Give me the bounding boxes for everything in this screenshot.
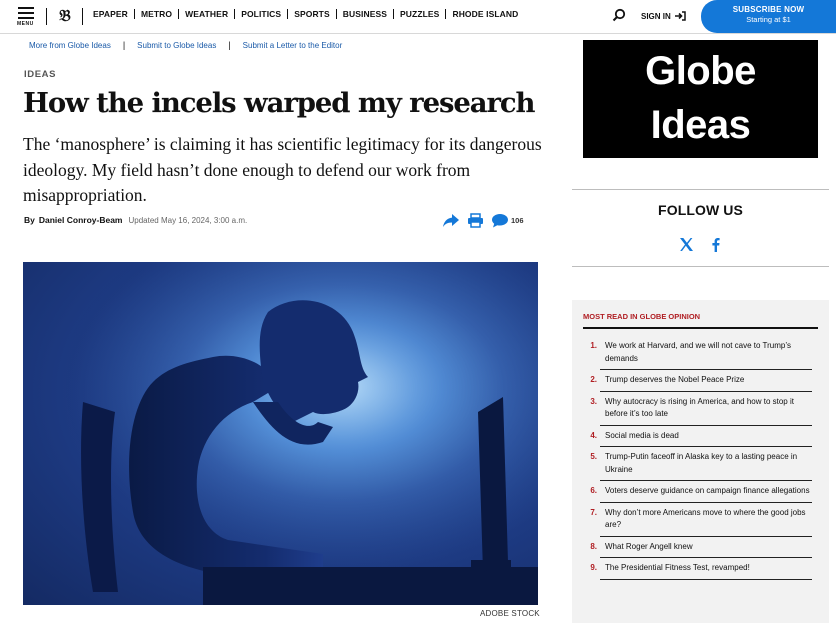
globe-ideas-promo[interactable]: Globe Ideas (583, 40, 818, 158)
author-name[interactable]: Daniel Conroy-Beam (39, 215, 123, 225)
most-read-item[interactable]: 8. What Roger Angell knew (590, 537, 812, 558)
item-title[interactable]: Trump deserves the Nobel Peace Prize (600, 374, 744, 387)
item-number: 1. (590, 341, 597, 350)
print-button[interactable] (467, 213, 484, 228)
divider (46, 8, 47, 25)
x-icon (679, 237, 693, 251)
most-read-title: MOST READ IN GLOBE OPINION (583, 312, 701, 321)
link-separator: | (122, 40, 126, 50)
menu-button[interactable]: MENU (14, 5, 40, 29)
section-nav: EPAPER METRO WEATHER POLITICS SPORTS BUS… (93, 9, 518, 19)
nav-separator (335, 9, 337, 19)
social-links (678, 236, 723, 252)
item-title[interactable]: Voters deserve guidance on campaign fina… (600, 485, 810, 498)
nav-item-politics[interactable]: POLITICS (241, 9, 281, 19)
submit-to-globe-ideas-link[interactable]: Submit to Globe Ideas (137, 41, 216, 50)
promo-line-1: Globe (645, 49, 756, 93)
nav-separator (393, 9, 395, 19)
menu-icon (18, 7, 34, 9)
item-number: 4. (590, 430, 597, 440)
article-headline: How the incels warped my research (23, 87, 536, 119)
item-title[interactable]: Trump-Putin faceoff in Alaska key to a l… (600, 451, 812, 476)
most-read-panel: MOST READ IN GLOBE OPINION 1. We work at… (572, 300, 829, 623)
nav-separator (178, 9, 180, 19)
menu-icon-bar (18, 17, 34, 19)
sign-in-link[interactable]: SIGN IN (641, 11, 686, 21)
item-number: 8. (590, 541, 597, 551)
item-title[interactable]: What Roger Angell knew (600, 541, 693, 554)
item-title[interactable]: We work at Harvard, and we will not cave… (600, 340, 812, 365)
image-credit: ADOBE STOCK (480, 609, 540, 618)
nav-item-epaper[interactable]: EPAPER (93, 9, 128, 19)
nav-item-metro[interactable]: METRO (141, 9, 172, 19)
nav-item-puzzles[interactable]: PUZZLES (400, 9, 439, 19)
most-read-item[interactable]: 7. Why don’t more Americans move to wher… (590, 503, 812, 537)
x-twitter-link[interactable] (678, 236, 694, 252)
most-read-list: 1. We work at Harvard, and we will not c… (583, 336, 812, 580)
top-navigation-bar: MENU 𝔅 EPAPER METRO WEATHER POLITICS SPO… (0, 0, 836, 34)
nav-item-sports[interactable]: SPORTS (294, 9, 330, 19)
submit-letter-link[interactable]: Submit a Letter to the Editor (243, 41, 343, 50)
most-read-item[interactable]: 3. Why autocracy is rising in America, a… (590, 392, 812, 426)
item-number: 3. (590, 396, 597, 406)
comment-count: 106 (511, 216, 524, 225)
most-read-item[interactable]: 4. Social media is dead (590, 426, 812, 447)
item-number: 9. (590, 563, 597, 572)
nav-item-rhode-island[interactable]: RHODE ISLAND (452, 9, 518, 19)
most-read-item[interactable]: 9. The Presidential Fitness Test, revamp… (590, 558, 812, 580)
comments-button[interactable]: 106 (491, 213, 524, 228)
nav-separator (445, 9, 447, 19)
follow-us-title: FOLLOW US (658, 202, 743, 218)
item-number: 5. (590, 452, 597, 461)
byline: By Daniel Conroy-Beam Updated May 16, 20… (24, 215, 247, 225)
link-separator: | (228, 40, 231, 50)
promo-line-2: Ideas (650, 103, 751, 147)
subscribe-price: Starting at $1 (746, 15, 791, 24)
globe-logo[interactable]: 𝔅 (56, 4, 74, 28)
most-read-item[interactable]: 6. Voters deserve guidance on campaign f… (590, 481, 812, 503)
item-title[interactable]: Social media is dead (600, 430, 679, 443)
menu-label: MENU (17, 21, 34, 27)
share-icon (443, 214, 459, 227)
divider (572, 266, 829, 267)
article-tools: 106 (442, 213, 524, 228)
most-read-item[interactable]: 5. Trump-Putin faceoff in Alaska key to … (590, 447, 812, 481)
nav-item-weather[interactable]: WEATHER (185, 9, 228, 19)
divider (82, 8, 83, 25)
sign-in-icon (674, 11, 686, 21)
most-read-item[interactable]: 1. We work at Harvard, and we will not c… (590, 336, 812, 370)
most-read-item[interactable]: 2. Trump deserves the Nobel Peace Prize (590, 370, 812, 392)
article-dek: The ‘manosphere’ is claiming it has scie… (23, 134, 542, 205)
item-title[interactable]: Why autocracy is rising in America, and … (600, 396, 812, 421)
hero-image (23, 262, 538, 605)
subscribe-label: SUBSCRIBE NOW (732, 5, 805, 14)
ideas-links: More from Globe Ideas | Submit to Globe … (29, 40, 342, 50)
more-from-globe-ideas-link[interactable]: More from Globe Ideas (29, 41, 111, 50)
menu-icon-bar (18, 12, 34, 14)
divider (572, 189, 829, 190)
item-number: 6. (590, 486, 597, 495)
sign-in-label: SIGN IN (641, 11, 671, 21)
comment-icon (492, 214, 508, 228)
nav-item-business[interactable]: BUSINESS (343, 9, 387, 19)
share-button[interactable] (442, 213, 460, 228)
byline-prefix: By (24, 215, 35, 225)
nav-separator (234, 9, 236, 19)
most-read-rule (583, 327, 818, 329)
item-title[interactable]: The Presidential Fitness Test, revamped! (600, 562, 750, 575)
print-icon (468, 213, 483, 228)
subscribe-button[interactable]: SUBSCRIBE NOW Starting at $1 (701, 0, 836, 33)
facebook-link[interactable] (707, 236, 723, 252)
item-title[interactable]: Why don’t more Americans move to where t… (600, 507, 812, 532)
search-icon[interactable] (612, 8, 626, 22)
facebook-icon (711, 237, 720, 252)
timestamp: Updated May 16, 2024, 3:00 a.m. (128, 216, 248, 225)
section-kicker[interactable]: IDEAS (24, 69, 56, 80)
item-number: 7. (590, 507, 597, 517)
hero-illustration (23, 262, 538, 605)
item-number: 2. (590, 375, 597, 384)
nav-separator (133, 9, 135, 19)
nav-separator (287, 9, 289, 19)
